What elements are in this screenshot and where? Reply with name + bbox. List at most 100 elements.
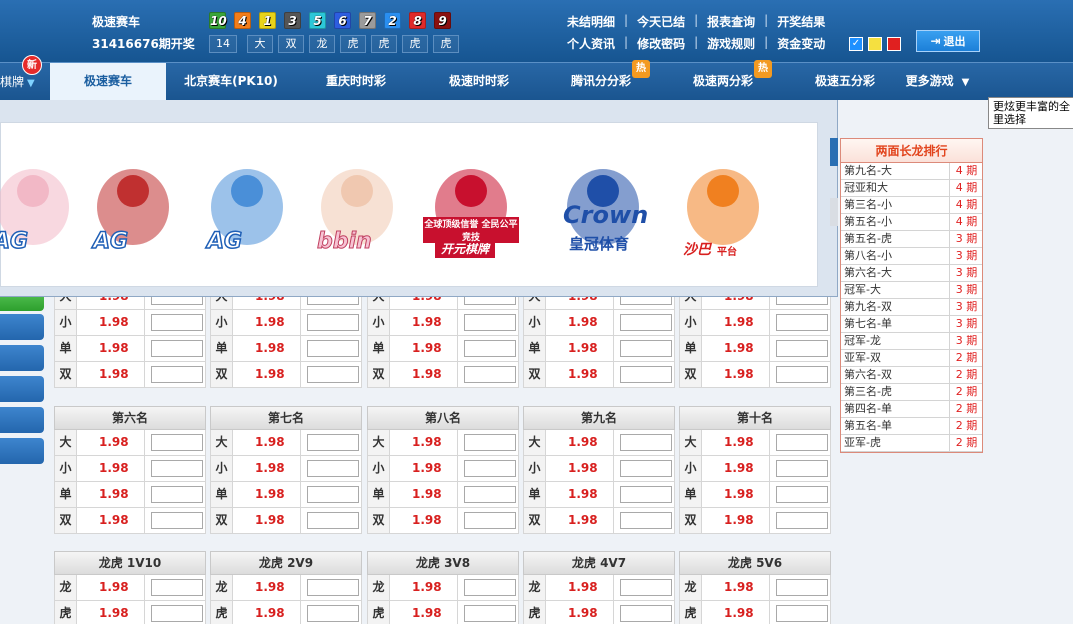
bet-amount-input[interactable] [620, 340, 672, 357]
bet-odds[interactable]: 1.98 [702, 430, 770, 455]
bet-amount-input[interactable] [307, 460, 359, 477]
bet-amount-input[interactable] [620, 366, 672, 383]
bet-odds[interactable]: 1.98 [77, 310, 145, 335]
bet-amount-input[interactable] [151, 434, 203, 451]
bet-amount-input[interactable] [620, 460, 672, 477]
header-link[interactable]: 资金变动 [777, 35, 825, 52]
bet-odds[interactable]: 1.98 [233, 362, 301, 387]
nav-tab[interactable]: 重庆时时彩 [295, 63, 417, 100]
bet-amount-input[interactable] [307, 434, 359, 451]
bet-odds[interactable]: 1.98 [233, 310, 301, 335]
bet-amount-input[interactable] [464, 366, 516, 383]
sidebar-button[interactable] [0, 376, 44, 402]
bet-odds[interactable]: 1.98 [390, 362, 458, 387]
bet-amount-input[interactable] [464, 314, 516, 331]
header-link[interactable]: 个人资讯 [567, 35, 615, 52]
bet-amount-input[interactable] [307, 314, 359, 331]
bet-amount-input[interactable] [776, 314, 828, 331]
promo-logo[interactable]: AG [0, 151, 83, 263]
promo-logo[interactable]: bbin [307, 151, 407, 263]
bet-amount-input[interactable] [307, 486, 359, 503]
bet-amount-input[interactable] [464, 460, 516, 477]
bet-odds[interactable]: 1.98 [390, 336, 458, 361]
bet-odds[interactable]: 1.98 [77, 601, 145, 624]
nav-chess-label[interactable]: 棋牌 [0, 73, 24, 90]
bet-odds[interactable]: 1.98 [702, 482, 770, 507]
bet-odds[interactable]: 1.98 [702, 575, 770, 600]
bet-amount-input[interactable] [620, 314, 672, 331]
bet-odds[interactable]: 1.98 [77, 456, 145, 481]
bet-amount-input[interactable] [776, 340, 828, 357]
sidebar-button[interactable] [0, 314, 44, 340]
nav-tab[interactable]: 极速两分彩热 [662, 60, 784, 100]
bet-odds[interactable]: 1.98 [546, 508, 614, 533]
bet-amount-input[interactable] [776, 366, 828, 383]
bet-amount-input[interactable] [620, 486, 672, 503]
bet-amount-input[interactable] [151, 314, 203, 331]
sidebar-button[interactable] [0, 438, 44, 464]
bet-amount-input[interactable] [620, 434, 672, 451]
bet-odds[interactable]: 1.98 [702, 456, 770, 481]
bet-amount-input[interactable] [464, 579, 516, 596]
bet-amount-input[interactable] [307, 340, 359, 357]
bet-odds[interactable]: 1.98 [233, 456, 301, 481]
chevron-down-icon[interactable]: ▼ [27, 78, 35, 89]
bet-amount-input[interactable] [464, 434, 516, 451]
bet-odds[interactable]: 1.98 [390, 508, 458, 533]
bet-amount-input[interactable] [307, 366, 359, 383]
promo-logo[interactable]: 开元棋牌 全球顶级信誉 全民公平竞技 [421, 151, 521, 263]
header-link[interactable]: 报表查询 [707, 13, 755, 30]
bet-odds[interactable]: 1.98 [546, 601, 614, 624]
bet-odds[interactable]: 1.98 [390, 601, 458, 624]
nav-tab[interactable]: 极速五分彩 [784, 63, 906, 100]
header-link[interactable]: 未结明细 [567, 13, 615, 30]
bet-amount-input[interactable] [464, 605, 516, 622]
logout-button[interactable]: ⇥ 退出 [916, 30, 980, 52]
bet-amount-input[interactable] [151, 366, 203, 383]
bet-odds[interactable]: 1.98 [233, 482, 301, 507]
bet-amount-input[interactable] [307, 579, 359, 596]
theme-swatch[interactable]: ✓ [849, 37, 863, 51]
bet-odds[interactable]: 1.98 [702, 508, 770, 533]
bet-odds[interactable]: 1.98 [546, 336, 614, 361]
sidebar-button[interactable] [0, 407, 44, 433]
bet-amount-input[interactable] [620, 605, 672, 622]
bet-odds[interactable]: 1.98 [546, 430, 614, 455]
bet-amount-input[interactable] [307, 512, 359, 529]
bet-odds[interactable]: 1.98 [546, 310, 614, 335]
bet-odds[interactable]: 1.98 [77, 575, 145, 600]
bet-amount-input[interactable] [776, 579, 828, 596]
bet-amount-input[interactable] [776, 605, 828, 622]
bet-odds[interactable]: 1.98 [390, 456, 458, 481]
bet-odds[interactable]: 1.98 [702, 336, 770, 361]
bet-odds[interactable]: 1.98 [546, 362, 614, 387]
bet-amount-input[interactable] [464, 486, 516, 503]
theme-swatch[interactable] [887, 37, 901, 51]
bet-odds[interactable]: 1.98 [546, 456, 614, 481]
bet-odds[interactable]: 1.98 [546, 575, 614, 600]
bet-amount-input[interactable] [464, 340, 516, 357]
nav-tab[interactable]: 北京赛车(PK10) [170, 63, 292, 100]
nav-tab[interactable]: 腾讯分分彩热 [540, 60, 662, 100]
bet-amount-input[interactable] [151, 605, 203, 622]
bet-amount-input[interactable] [151, 579, 203, 596]
bet-amount-input[interactable] [776, 512, 828, 529]
bet-amount-input[interactable] [151, 340, 203, 357]
bet-odds[interactable]: 1.98 [77, 508, 145, 533]
bet-odds[interactable]: 1.98 [390, 430, 458, 455]
bet-odds[interactable]: 1.98 [390, 310, 458, 335]
nav-tab[interactable]: 极速赛车 [50, 63, 166, 100]
promo-logo[interactable]: Crown 皇冠体育 [553, 151, 653, 263]
bet-odds[interactable]: 1.98 [702, 310, 770, 335]
header-link[interactable]: 修改密码 [637, 35, 685, 52]
header-link[interactable]: 今天已结 [637, 13, 685, 30]
bet-odds[interactable]: 1.98 [233, 336, 301, 361]
bet-odds[interactable]: 1.98 [233, 430, 301, 455]
bet-amount-input[interactable] [776, 486, 828, 503]
bet-odds[interactable]: 1.98 [233, 508, 301, 533]
nav-tab[interactable]: 极速时时彩 [418, 63, 540, 100]
header-link[interactable]: 开奖结果 [777, 13, 825, 30]
promo-logo[interactable]: 沙巴 平台 [673, 151, 773, 263]
theme-swatch[interactable] [868, 37, 882, 51]
bet-amount-input[interactable] [151, 486, 203, 503]
